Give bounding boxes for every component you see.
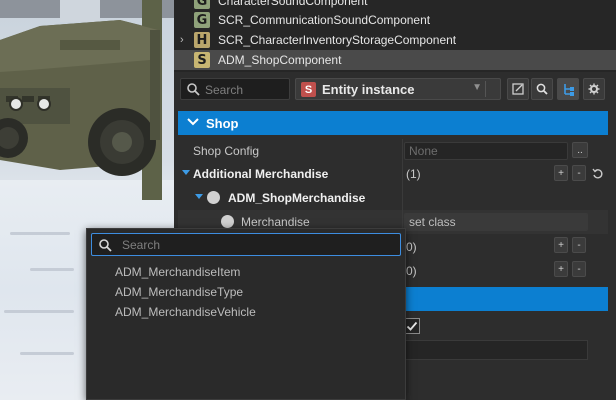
column-divider xyxy=(402,162,403,186)
hierarchy-icon xyxy=(563,83,574,96)
component-label: ADM_ShopComponent xyxy=(218,53,342,67)
component-row[interactable]: › H SCR_CharacterInventoryStorageCompone… xyxy=(174,30,616,50)
component-list: G CharacterSoundComponent G SCR_Communic… xyxy=(174,0,616,72)
search-placeholder: Search xyxy=(122,238,161,252)
array-count: 0) xyxy=(406,264,417,278)
shop-merchandise-label: ADM_ShopMerchandise xyxy=(228,191,366,205)
additional-merchandise-count: (1) xyxy=(406,167,421,181)
shop-merchandise-row: ADM_ShopMerchandise xyxy=(178,186,608,210)
add-item-button[interactable]: + xyxy=(554,261,568,277)
reset-icon[interactable] xyxy=(592,168,604,180)
object-dot-icon xyxy=(207,191,220,204)
chevron-down-icon: ▼ xyxy=(472,82,482,93)
component-badge-icon: S xyxy=(194,52,210,68)
class-option[interactable]: ADM_MerchandiseType xyxy=(115,285,243,299)
additional-merchandise-label: Additional Merchandise xyxy=(193,167,329,181)
snow-track xyxy=(20,352,74,355)
column-divider xyxy=(402,139,403,163)
enabled-checkbox[interactable] xyxy=(404,318,420,334)
class-option[interactable]: ADM_MerchandiseVehicle xyxy=(115,305,256,319)
class-option[interactable]: ADM_MerchandiseItem xyxy=(115,265,240,279)
remove-item-button[interactable]: - xyxy=(572,261,586,277)
component-badge-icon: H xyxy=(194,32,210,48)
open-external-button[interactable] xyxy=(507,78,529,100)
text-field[interactable] xyxy=(404,340,588,360)
shop-config-field[interactable]: None xyxy=(404,142,568,160)
class-search-input[interactable]: Search xyxy=(91,233,401,256)
entity-type-label: Entity instance xyxy=(322,82,415,97)
component-badge-icon: G xyxy=(194,0,210,9)
chevron-down-icon xyxy=(187,118,199,126)
snow-track xyxy=(4,310,74,313)
column-divider xyxy=(402,186,403,210)
search-icon xyxy=(536,83,548,95)
gear-icon xyxy=(588,83,600,95)
hierarchy-button[interactable] xyxy=(557,78,579,100)
component-row-selected[interactable]: S ADM_ShopComponent xyxy=(174,50,616,70)
collapsed-section-header[interactable] xyxy=(404,287,608,311)
object-dot-icon xyxy=(221,215,234,228)
inspector-toolbar: Search S Entity instance ▼ xyxy=(174,76,616,104)
shop-section-header[interactable]: Shop xyxy=(178,111,608,135)
remove-item-button[interactable]: - xyxy=(572,165,586,181)
settings-button[interactable] xyxy=(583,78,605,100)
merchandise-class-field[interactable]: set class xyxy=(404,213,588,231)
component-label: CharacterSoundComponent xyxy=(218,0,368,8)
add-item-button[interactable]: + xyxy=(554,237,568,253)
add-item-button[interactable]: + xyxy=(554,165,568,181)
snow-track xyxy=(30,268,74,271)
entity-icon: S xyxy=(301,82,316,97)
dropdown-divider xyxy=(485,81,486,97)
shop-config-row: Shop Config None .. xyxy=(178,139,608,163)
inspector-search-input[interactable]: Search xyxy=(180,78,290,100)
section-title: Shop xyxy=(206,116,239,131)
merchandise-label: Merchandise xyxy=(241,215,310,229)
class-picker-popup: Search ADM_MerchandiseItem ADM_Merchandi… xyxy=(86,228,406,400)
component-row[interactable]: G SCR_CommunicationSoundComponent xyxy=(174,10,616,30)
expand-chevron-icon[interactable]: › xyxy=(180,34,184,46)
additional-merchandise-row: Additional Merchandise (1) + - xyxy=(178,162,608,186)
search-placeholder: Search xyxy=(205,83,244,97)
remove-item-button[interactable]: - xyxy=(572,237,586,253)
component-label: SCR_CharacterInventoryStorageComponent xyxy=(218,33,457,47)
expand-triangle-icon[interactable] xyxy=(182,170,190,175)
snow-track xyxy=(10,232,70,235)
component-badge-icon: G xyxy=(194,12,210,28)
search-icon xyxy=(187,83,200,96)
shop-config-browse-button[interactable]: .. xyxy=(572,142,588,158)
search-icon xyxy=(99,239,112,252)
vehicle-model xyxy=(0,0,174,200)
expand-triangle-icon[interactable] xyxy=(195,194,203,199)
find-button[interactable] xyxy=(531,78,553,100)
array-count: 0) xyxy=(406,240,417,254)
entity-type-dropdown[interactable]: S Entity instance ▼ xyxy=(295,78,501,100)
external-link-icon xyxy=(512,83,524,95)
checkmark-icon xyxy=(406,321,418,331)
component-label: SCR_CommunicationSoundComponent xyxy=(218,13,431,27)
shop-config-label: Shop Config xyxy=(193,144,260,158)
